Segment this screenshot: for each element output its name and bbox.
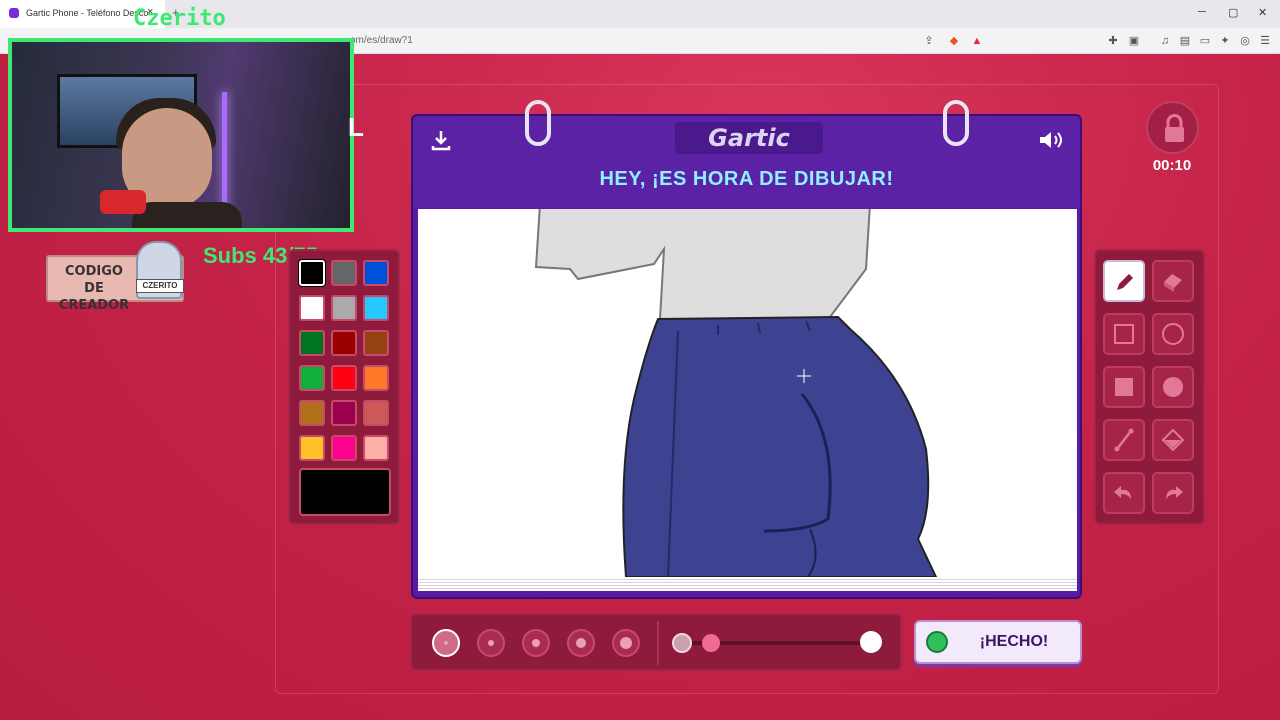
color-swatch[interactable]: [331, 435, 357, 461]
color-swatch[interactable]: [299, 365, 325, 391]
color-swatch[interactable]: [331, 365, 357, 391]
creator-tag: CZERITO: [136, 279, 184, 293]
microphone-image: [100, 190, 146, 214]
url-field[interactable]: om/es/draw?1: [350, 35, 413, 46]
color-swatch[interactable]: [331, 260, 357, 286]
color-swatch[interactable]: [299, 260, 325, 286]
color-swatch[interactable]: [299, 435, 325, 461]
color-swatch[interactable]: [331, 400, 357, 426]
tool-pencil[interactable]: [1103, 260, 1145, 302]
extensions-icon[interactable]: ✚: [1106, 34, 1120, 48]
controls-divider: [657, 621, 659, 665]
square-filled-icon: [1115, 378, 1133, 396]
streamer-name: Czerito: [133, 6, 226, 31]
redo-icon: [1166, 486, 1183, 500]
notebook-ring-right: [943, 100, 969, 146]
color-swatch[interactable]: [331, 330, 357, 356]
undo-icon: [1114, 486, 1131, 500]
done-button[interactable]: ¡HECHO!: [914, 620, 1082, 664]
rewards-icon[interactable]: ▲: [970, 34, 984, 48]
brush-size-option[interactable]: [477, 629, 505, 657]
countdown-timer: 00:10: [1152, 157, 1192, 174]
done-button-label: ¡HECHO!: [979, 633, 1049, 650]
color-swatch[interactable]: [363, 260, 389, 286]
brush-size-dot: [620, 637, 632, 649]
line-icon: [1114, 428, 1134, 452]
color-swatch[interactable]: [363, 365, 389, 391]
color-swatch[interactable]: [299, 295, 325, 321]
gartic-logo: Gartic: [675, 122, 823, 154]
brush-size-dot: [444, 641, 448, 645]
tool-circle-filled[interactable]: [1152, 366, 1194, 408]
brush-size-dot: [576, 638, 586, 648]
color-swatch[interactable]: [299, 330, 325, 356]
share-icon[interactable]: ⇪: [922, 34, 936, 48]
tool-circle-outline[interactable]: [1152, 313, 1194, 355]
menu-icon[interactable]: ☰: [1258, 34, 1272, 48]
square-outline-icon: [1114, 324, 1134, 344]
brush-controls: [410, 613, 902, 671]
draw-prompt: HEY, ¡ES HORA DE DIBUJAR!: [599, 168, 894, 190]
circle-filled-icon: [1163, 377, 1183, 397]
minimize-button[interactable]: ─: [1198, 6, 1206, 18]
notebook-ring-left: [525, 100, 551, 146]
color-swatch[interactable]: [363, 400, 389, 426]
circle-outline-icon: [1162, 323, 1184, 345]
creator-code-badge: CODIGO DE CREADOR CZERITO: [46, 241, 184, 313]
tool-square-filled[interactable]: [1103, 366, 1145, 408]
color-swatch[interactable]: [363, 330, 389, 356]
brave-shield-icon[interactable]: ◆: [947, 34, 961, 48]
color-swatch[interactable]: [299, 400, 325, 426]
color-swatch[interactable]: [331, 295, 357, 321]
tool-undo[interactable]: [1103, 472, 1145, 514]
sound-icon[interactable]: [1037, 128, 1065, 152]
tab-favicon-icon: [9, 8, 19, 18]
brush-size-option[interactable]: [567, 629, 595, 657]
current-color-swatch: [299, 468, 391, 516]
close-window-button[interactable]: ✕: [1258, 6, 1267, 19]
brush-size-option[interactable]: [432, 629, 460, 657]
tools-panel: [1094, 249, 1205, 525]
opacity-min-icon: [672, 633, 692, 653]
lock-timer-badge: [1146, 101, 1199, 154]
maximize-button[interactable]: ▢: [1228, 6, 1238, 19]
opacity-slider-handle[interactable]: [702, 634, 721, 652]
drawing-canvas[interactable]: [418, 209, 1077, 577]
color-swatch[interactable]: [363, 295, 389, 321]
download-icon[interactable]: [429, 128, 453, 152]
tool-redo[interactable]: [1152, 472, 1194, 514]
brush-size-option[interactable]: [522, 629, 550, 657]
color-palette: [288, 249, 400, 525]
board-header: Gartic HEY, ¡ES HORA DE DIBUJAR!: [413, 116, 1080, 208]
tool-fill-bucket[interactable]: [1152, 419, 1194, 461]
eraser-icon: [1164, 274, 1182, 292]
lock-icon: [1165, 114, 1184, 142]
webcam-overlay: [8, 38, 354, 232]
tool-line[interactable]: [1103, 419, 1145, 461]
canvas-drawing: [534, 209, 938, 577]
pencil-icon: [1117, 274, 1133, 290]
ai-icon[interactable]: ✦: [1218, 34, 1232, 48]
brush-size-dot: [488, 640, 494, 646]
partial-text: L: [348, 112, 364, 142]
vpn-icon[interactable]: ◎: [1238, 34, 1252, 48]
reader-icon[interactable]: ▤: [1178, 34, 1192, 48]
sidebar-icon[interactable]: ▣: [1127, 34, 1141, 48]
tool-square-outline[interactable]: [1103, 313, 1145, 355]
wallet-icon[interactable]: ▭: [1198, 34, 1212, 48]
color-swatch[interactable]: [363, 435, 389, 461]
fill-bucket-icon: [1161, 428, 1185, 452]
tab-title: Gartic Phone - Teléfono Desco: [26, 8, 149, 18]
brush-size-dot: [532, 639, 540, 647]
opacity-max-icon: [860, 631, 882, 653]
creator-code-label: CODIGO DE CREADOR: [58, 264, 130, 313]
notebook-pages: [418, 577, 1077, 591]
brush-size-option[interactable]: [612, 629, 640, 657]
music-icon[interactable]: ♫: [1158, 34, 1172, 48]
drawing-board: Gartic HEY, ¡ES HORA DE DIBUJAR!: [411, 100, 1082, 599]
tool-eraser[interactable]: [1152, 260, 1194, 302]
